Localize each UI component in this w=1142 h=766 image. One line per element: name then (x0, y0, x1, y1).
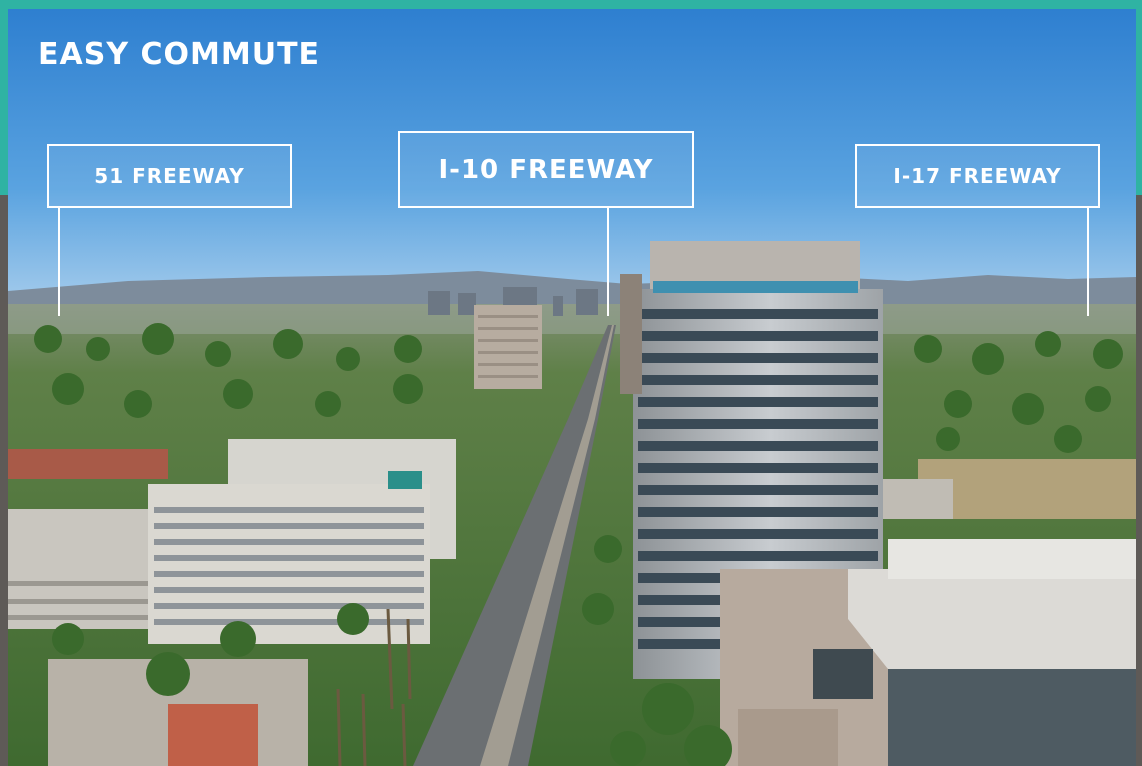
parking-garage (8, 509, 148, 629)
glass-facade (888, 669, 1136, 766)
tower-crown-glass (653, 281, 858, 293)
callout-i10-freeway: I-10 FREEWAY (398, 131, 694, 208)
callout-51-freeway: 51 FREEWAY (47, 144, 292, 208)
image-frame: EASY COMMUTE 51 FREEWAY I-10 FREEWAY I-1… (0, 0, 1142, 766)
horizon-haze (8, 304, 1136, 334)
small-building-right (883, 479, 953, 519)
red-roof-building (168, 704, 258, 766)
aerial-city-photo: EASY COMMUTE 51 FREEWAY I-10 FREEWAY I-1… (8, 9, 1136, 766)
teal-roof-element (388, 471, 422, 489)
leader-line-i17-freeway (1087, 208, 1089, 316)
page-heading: EASY COMMUTE (38, 37, 321, 72)
tower-side-building (620, 274, 642, 394)
foreground-roof (848, 569, 1136, 669)
aerial-city-illustration (8, 9, 1136, 766)
callout-i17-freeway: I-17 FREEWAY (855, 144, 1100, 208)
leader-line-51-freeway (58, 208, 60, 316)
leader-line-i10-freeway (607, 208, 609, 316)
lobby-glass (813, 649, 873, 699)
planter-block (738, 709, 838, 766)
upper-roof-deck (888, 539, 1136, 579)
brick-building (8, 449, 168, 479)
